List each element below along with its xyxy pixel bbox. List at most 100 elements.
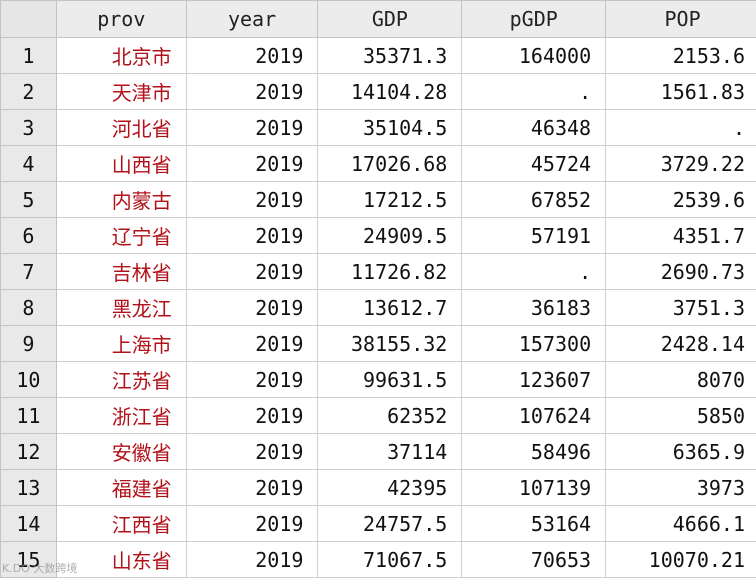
table-row[interactable]: 6 辽宁省 2019 24909.5 57191 4351.7 [0,217,756,254]
row-number-cell[interactable]: 13 [0,469,57,506]
table-row[interactable]: 8 黑龙江 2019 13612.7 36183 3751.3 [0,289,756,326]
cell-pgdp[interactable]: 53164 [461,505,607,542]
cell-gdp[interactable]: 11726.82 [317,253,463,290]
cell-year[interactable]: 2019 [185,433,319,470]
cell-year[interactable]: 2019 [185,37,319,74]
cell-pop[interactable]: 8070 [605,361,756,398]
row-number-cell[interactable]: 14 [0,505,57,542]
cell-pgdp[interactable]: 107139 [461,469,607,506]
cell-pgdp[interactable]: 157300 [461,325,607,362]
cell-gdp[interactable]: 99631.5 [317,361,463,398]
table-row[interactable]: 14 江西省 2019 24757.5 53164 4666.1 [0,505,756,542]
cell-gdp[interactable]: 14104.28 [317,73,463,110]
column-header-year[interactable]: year [185,0,319,38]
cell-pgdp[interactable]: . [461,73,607,110]
column-header-pop[interactable]: POP [605,0,756,38]
cell-pgdp[interactable]: 45724 [461,145,607,182]
cell-prov[interactable]: 江苏省 [55,361,187,398]
cell-gdp[interactable]: 24757.5 [317,505,463,542]
cell-prov[interactable]: 吉林省 [55,253,187,290]
cell-gdp[interactable]: 24909.5 [317,217,463,254]
cell-pgdp[interactable]: 164000 [461,37,607,74]
cell-pop[interactable]: 4666.1 [605,505,756,542]
row-number-cell[interactable]: 8 [0,289,57,326]
row-number-cell[interactable]: 7 [0,253,57,290]
row-number-cell[interactable]: 3 [0,109,57,146]
table-row[interactable]: 9 上海市 2019 38155.32 157300 2428.14 [0,325,756,362]
cell-pop[interactable]: 2690.73 [605,253,756,290]
cell-gdp[interactable]: 42395 [317,469,463,506]
cell-year[interactable]: 2019 [185,109,319,146]
table-row[interactable]: 7 吉林省 2019 11726.82. 2690.73 [0,253,756,290]
cell-pop[interactable]: 3751.3 [605,289,756,326]
row-number-cell[interactable]: 2 [0,73,57,110]
cell-year[interactable]: 2019 [185,145,319,182]
corner-cell[interactable] [0,0,57,38]
cell-pgdp[interactable]: . [461,253,607,290]
table-row[interactable]: 15 山东省 2019 71067.5 70653 10070.21 [0,541,756,578]
cell-pgdp[interactable]: 57191 [461,217,607,254]
table-row[interactable]: 10 江苏省 2019 99631.5 123607 8070 [0,361,756,398]
cell-pop[interactable]: 1561.83 [605,73,756,110]
cell-gdp[interactable]: 62352 [317,397,463,434]
cell-pop[interactable]: 2428.14 [605,325,756,362]
cell-pop[interactable]: 6365.9 [605,433,756,470]
row-number-cell[interactable]: 12 [0,433,57,470]
cell-gdp[interactable]: 37114 [317,433,463,470]
cell-prov[interactable]: 山东省 [55,541,187,578]
table-row[interactable]: 1 北京市 2019 35371.3 164000 2153.6 [0,37,756,74]
cell-gdp[interactable]: 71067.5 [317,541,463,578]
cell-pgdp[interactable]: 58496 [461,433,607,470]
cell-gdp[interactable]: 17026.68 [317,145,463,182]
cell-pop[interactable]: . [605,109,756,146]
cell-pgdp[interactable]: 36183 [461,289,607,326]
row-number-cell[interactable]: 1 [0,37,57,74]
cell-prov[interactable]: 黑龙江 [55,289,187,326]
cell-gdp[interactable]: 17212.5 [317,181,463,218]
cell-gdp[interactable]: 38155.32 [317,325,463,362]
table-row[interactable]: 5 内蒙古 2019 17212.5 67852 2539.6 [0,181,756,218]
cell-gdp[interactable]: 35104.5 [317,109,463,146]
column-header-prov[interactable]: prov [55,0,187,38]
cell-year[interactable]: 2019 [185,361,319,398]
cell-pop[interactable]: 2539.6 [605,181,756,218]
row-number-cell[interactable]: 15 [0,541,57,578]
table-row[interactable]: 4 山西省 2019 17026.68 45724 3729.22 [0,145,756,182]
cell-pgdp[interactable]: 70653 [461,541,607,578]
row-number-cell[interactable]: 4 [0,145,57,182]
table-row[interactable]: 13 福建省 2019 42395 107139 3973 [0,469,756,506]
table-row[interactable]: 12 安徽省 2019 37114 58496 6365.9 [0,433,756,470]
cell-prov[interactable]: 北京市 [55,37,187,74]
cell-prov[interactable]: 辽宁省 [55,217,187,254]
cell-year[interactable]: 2019 [185,217,319,254]
cell-year[interactable]: 2019 [185,253,319,290]
cell-gdp[interactable]: 35371.3 [317,37,463,74]
cell-year[interactable]: 2019 [185,325,319,362]
cell-pop[interactable]: 10070.21 [605,541,756,578]
row-number-cell[interactable]: 10 [0,361,57,398]
row-number-cell[interactable]: 6 [0,217,57,254]
cell-year[interactable]: 2019 [185,505,319,542]
table-row[interactable]: 11 浙江省 2019 62352 107624 5850 [0,397,756,434]
cell-prov[interactable]: 福建省 [55,469,187,506]
cell-year[interactable]: 2019 [185,73,319,110]
cell-year[interactable]: 2019 [185,181,319,218]
cell-pop[interactable]: 3973 [605,469,756,506]
cell-prov[interactable]: 内蒙古 [55,181,187,218]
cell-prov[interactable]: 山西省 [55,145,187,182]
cell-prov[interactable]: 安徽省 [55,433,187,470]
column-header-gdp[interactable]: GDP [317,0,463,38]
column-header-pgdp[interactable]: pGDP [461,0,607,38]
cell-gdp[interactable]: 13612.7 [317,289,463,326]
cell-prov[interactable]: 天津市 [55,73,187,110]
row-number-cell[interactable]: 9 [0,325,57,362]
cell-pgdp[interactable]: 123607 [461,361,607,398]
cell-pgdp[interactable]: 107624 [461,397,607,434]
cell-prov[interactable]: 江西省 [55,505,187,542]
table-row[interactable]: 2 天津市 2019 14104.28. 1561.83 [0,73,756,110]
cell-prov[interactable]: 上海市 [55,325,187,362]
cell-year[interactable]: 2019 [185,541,319,578]
table-row[interactable]: 3 河北省 2019 35104.5 46348. [0,109,756,146]
cell-pop[interactable]: 2153.6 [605,37,756,74]
row-number-cell[interactable]: 11 [0,397,57,434]
